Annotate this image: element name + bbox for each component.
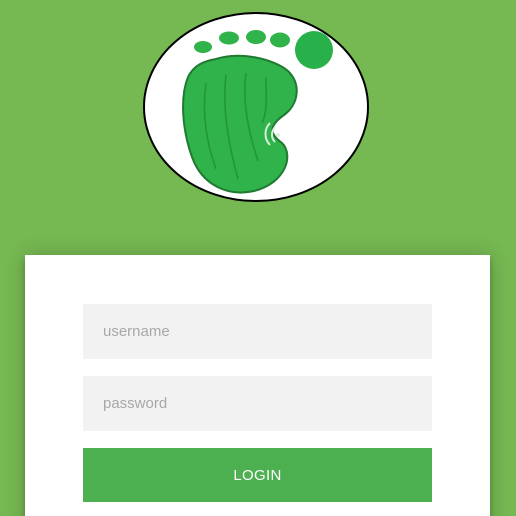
login-button[interactable]: LOGIN	[83, 448, 432, 502]
toe-1	[194, 41, 212, 53]
toe-3	[246, 30, 266, 44]
username-input[interactable]	[83, 304, 432, 359]
app-logo	[142, 11, 370, 203]
footprint-icon	[143, 12, 369, 202]
login-card: LOGIN	[25, 255, 490, 516]
toe-5	[295, 31, 333, 69]
toe-2	[219, 31, 239, 45]
password-input[interactable]	[83, 376, 432, 431]
toe-4	[270, 32, 290, 48]
